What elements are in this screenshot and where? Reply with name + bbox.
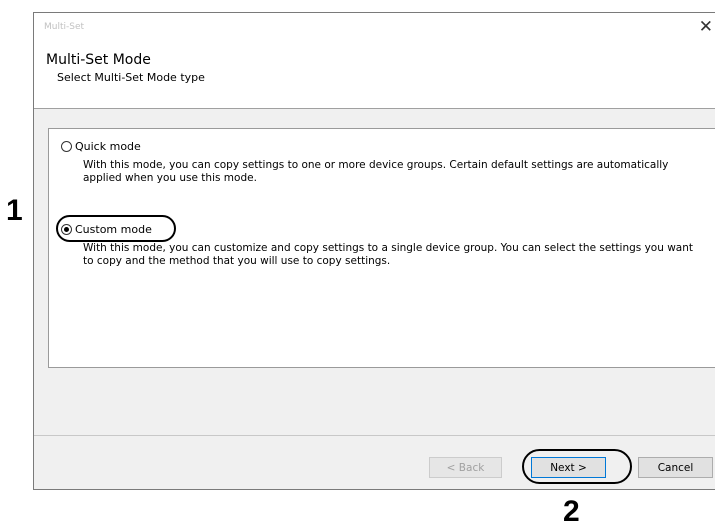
page-title: Multi-Set Mode: [46, 52, 151, 68]
custom-mode-description: With this mode, you can customize and co…: [83, 242, 694, 267]
callout-step-2: 2: [563, 495, 580, 528]
back-button[interactable]: < Back: [429, 457, 502, 478]
dialog-header: Multi-Set Mode Select Multi-Set Mode typ…: [34, 44, 715, 109]
multi-set-dialog: Multi-Set ✕ Multi-Set Mode Select Multi-…: [33, 12, 715, 490]
page-subtitle: Select Multi-Set Mode type: [57, 71, 205, 84]
close-icon[interactable]: ✕: [699, 17, 713, 37]
option-quick-mode: Quick mode With this mode, you can copy …: [61, 138, 703, 185]
custom-mode-radio[interactable]: [61, 223, 72, 235]
cancel-button[interactable]: Cancel: [638, 457, 713, 478]
next-button[interactable]: Next >: [531, 457, 606, 478]
window-title: Multi-Set: [44, 22, 85, 32]
callout-step-1: 1: [6, 194, 23, 227]
title-bar: Multi-Set ✕: [34, 13, 715, 44]
mode-options-panel: Quick mode With this mode, you can copy …: [48, 128, 715, 368]
footer-divider: [34, 435, 715, 436]
quick-mode-label[interactable]: Quick mode: [75, 140, 141, 153]
quick-mode-radio[interactable]: [61, 140, 72, 152]
quick-mode-description: With this mode, you can copy settings to…: [83, 159, 669, 184]
callout-highlight-oval: [56, 215, 176, 242]
option-custom-mode: Custom mode With this mode, you can cust…: [56, 215, 703, 268]
